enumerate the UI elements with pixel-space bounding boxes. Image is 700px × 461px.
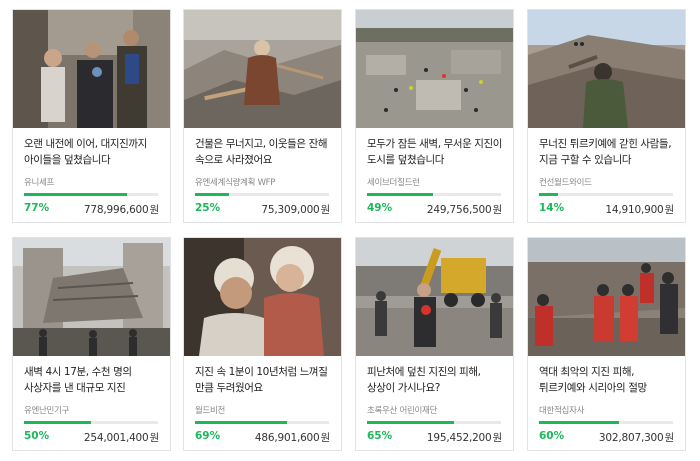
campaign-photo[interactable] <box>184 238 341 356</box>
progress-bar-fill <box>24 421 91 424</box>
raised-amount: 486,901,600원 <box>255 430 330 445</box>
campaign-title[interactable]: 무너진 튀르키예에 갇힌 사람들, 지금 구할 수 있습니다 <box>539 137 677 168</box>
raised-amount: 302,807,300원 <box>599 430 674 445</box>
campaign-title[interactable]: 건물은 무너지고, 이웃들은 잔해 속으로 사라졌어요 <box>195 137 333 168</box>
progress-bar <box>539 193 673 196</box>
progress-bar <box>195 193 329 196</box>
progress-percent: 60% <box>539 430 565 442</box>
campaign-photo[interactable] <box>13 10 170 128</box>
organization-name: 대한적십자사 <box>539 406 585 416</box>
progress-percent: 50% <box>24 430 50 442</box>
raised-amount-value: 778,996,600 <box>83 204 149 216</box>
progress-bar <box>24 193 158 196</box>
organization-name: 유니세프 <box>24 178 55 188</box>
progress-bar-fill <box>539 421 620 424</box>
currency-unit: 원 <box>320 432 331 444</box>
raised-amount: 195,452,200원 <box>427 430 502 445</box>
raised-amount: 14,910,900원 <box>605 202 674 217</box>
progress-percent: 25% <box>195 202 221 214</box>
currency-unit: 원 <box>149 432 160 444</box>
raised-amount: 249,756,500원 <box>427 202 502 217</box>
progress-bar-fill <box>24 193 128 196</box>
progress-bar-fill <box>539 193 558 196</box>
raised-amount-value: 486,901,600 <box>254 432 320 444</box>
progress-bar-fill <box>367 193 433 196</box>
campaign-photo[interactable] <box>356 10 513 128</box>
progress-bar <box>367 421 501 424</box>
fundraising-card[interactable]: 지진 속 1분이 10년처럼 느껴질 만큼 두려웠어요 월드비전 69% 486… <box>183 237 342 451</box>
currency-unit: 원 <box>664 432 675 444</box>
progress-percent: 14% <box>539 202 565 214</box>
raised-amount-value: 75,309,000 <box>261 204 320 216</box>
campaign-title[interactable]: 피난처에 덮친 지진의 피해, 상상이 가시나요? <box>367 365 505 396</box>
progress-bar <box>367 193 501 196</box>
campaign-photo-excavator-crowd <box>356 238 513 356</box>
fundraising-card[interactable]: 오랜 내전에 이어, 대지진까지 아이들을 덮쳤습니다 유니세프 77% 778… <box>12 9 171 223</box>
progress-bar <box>195 421 329 424</box>
organization-name: 세이브더칠드런 <box>367 178 420 188</box>
campaign-photo[interactable] <box>13 238 170 356</box>
fundraising-card[interactable]: 새벽 4시 17분, 수천 명의 사상자를 낸 대규모 지진 유엔난민기구 50… <box>12 237 171 451</box>
campaign-photo-aerial-collapsed-buildings <box>356 10 513 128</box>
progress-percent: 65% <box>367 430 393 442</box>
campaign-photo-rescuers-on-debris <box>528 10 685 128</box>
fundraising-card[interactable]: 건물은 무너지고, 이웃들은 잔해 속으로 사라졌어요 유엔세계식량계획 WFP… <box>183 9 342 223</box>
campaign-photo-woman-on-rubble <box>184 10 341 128</box>
raised-amount-value: 254,001,400 <box>83 432 149 444</box>
raised-amount: 778,996,600원 <box>84 202 159 217</box>
progress-percent: 77% <box>24 202 50 214</box>
campaign-photo[interactable] <box>528 10 685 128</box>
currency-unit: 원 <box>149 204 160 216</box>
campaign-photo-people-in-street <box>13 10 170 128</box>
raised-amount-value: 14,910,900 <box>605 204 664 216</box>
progress-bar <box>539 421 673 424</box>
campaign-title[interactable]: 역대 최악의 지진 피해, 튀르키예와 시리아의 절망 <box>539 365 677 396</box>
campaign-photo-collapsed-apartment <box>13 238 170 356</box>
campaign-photo[interactable] <box>184 10 341 128</box>
progress-bar-fill <box>195 193 229 196</box>
campaign-photo[interactable] <box>356 238 513 356</box>
organization-name: 유엔세계식량계획 WFP <box>195 178 276 188</box>
campaign-title[interactable]: 모두가 잠든 새벽, 무서운 지진이 도시를 덮쳤습니다 <box>367 137 505 168</box>
fundraising-card-grid: 오랜 내전에 이어, 대지진까지 아이들을 덮쳤습니다 유니세프 77% 778… <box>12 9 690 457</box>
raised-amount-value: 249,756,500 <box>426 204 492 216</box>
fundraising-card[interactable]: 모두가 잠든 새벽, 무서운 지진이 도시를 덮쳤습니다 세이브더칠드런 49%… <box>355 9 514 223</box>
raised-amount: 75,309,000원 <box>261 202 330 217</box>
progress-bar-fill <box>195 421 288 424</box>
currency-unit: 원 <box>664 204 675 216</box>
raised-amount-value: 195,452,200 <box>426 432 492 444</box>
organization-name: 월드비전 <box>195 406 226 416</box>
currency-unit: 원 <box>492 432 503 444</box>
currency-unit: 원 <box>320 204 331 216</box>
campaign-photo-red-crescent-workers <box>528 238 685 356</box>
campaign-photo[interactable] <box>528 238 685 356</box>
progress-bar <box>24 421 158 424</box>
organization-name: 초록우산 어린이재단 <box>367 406 438 416</box>
raised-amount: 254,001,400원 <box>84 430 159 445</box>
campaign-title[interactable]: 새벽 4시 17분, 수천 명의 사상자를 낸 대규모 지진 <box>24 365 162 396</box>
fundraising-card[interactable]: 역대 최악의 지진 피해, 튀르키예와 시리아의 절망 대한적십자사 60% 3… <box>527 237 686 451</box>
campaign-photo-man-holding-child <box>184 238 341 356</box>
campaign-title[interactable]: 오랜 내전에 이어, 대지진까지 아이들을 덮쳤습니다 <box>24 137 162 168</box>
campaign-title[interactable]: 지진 속 1분이 10년처럼 느껴질 만큼 두려웠어요 <box>195 365 333 396</box>
raised-amount-value: 302,807,300 <box>598 432 664 444</box>
currency-unit: 원 <box>492 204 503 216</box>
progress-percent: 69% <box>195 430 221 442</box>
progress-percent: 49% <box>367 202 393 214</box>
fundraising-card[interactable]: 피난처에 덮친 지진의 피해, 상상이 가시나요? 초록우산 어린이재단 65%… <box>355 237 514 451</box>
fundraising-card[interactable]: 무너진 튀르키예에 갇힌 사람들, 지금 구할 수 있습니다 컨선월드와이드 1… <box>527 9 686 223</box>
organization-name: 유엔난민기구 <box>24 406 70 416</box>
organization-name: 컨선월드와이드 <box>539 178 592 188</box>
progress-bar-fill <box>367 421 455 424</box>
